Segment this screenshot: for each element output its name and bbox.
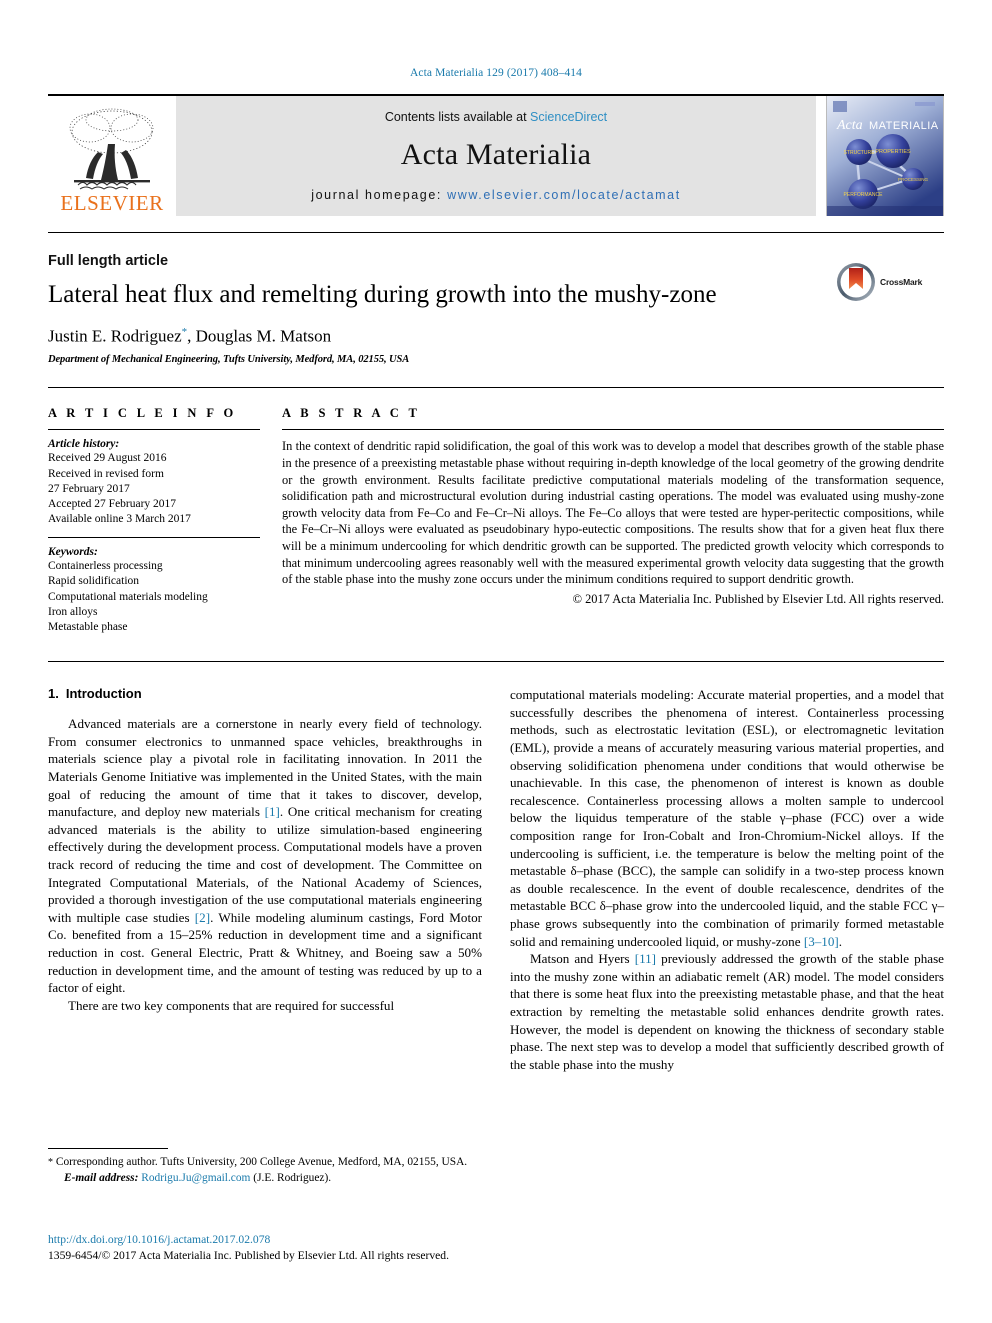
history-line: Available online 3 March 2017 bbox=[48, 513, 191, 526]
intro-p4-part-b: previously addressed the growth of the s… bbox=[510, 951, 944, 1072]
journal-homepage-line: journal homepage: www.elsevier.com/locat… bbox=[311, 188, 681, 202]
crossmark-badge[interactable]: CrossMark bbox=[836, 259, 944, 305]
svg-text:Acta: Acta bbox=[836, 118, 863, 133]
contents-prefix: Contents lists available at bbox=[384, 110, 531, 124]
article-info-heading: A R T I C L E I N F O bbox=[48, 406, 237, 421]
body-column-left: 1. Introduction Advanced materials are a … bbox=[48, 686, 482, 1073]
intro-paragraph-1: Advanced materials are a cornerstone in … bbox=[48, 715, 482, 997]
keyword-item: Iron alloys bbox=[48, 605, 98, 618]
page-title: Lateral heat flux and remelting during g… bbox=[48, 281, 717, 308]
homepage-prefix: journal homepage: bbox=[311, 188, 448, 202]
doi-link[interactable]: http://dx.doi.org/10.1016/j.actamat.2017… bbox=[48, 1232, 488, 1248]
intro-p1-part-b: . One critical mechanism for creating ad… bbox=[48, 804, 482, 925]
body-column-right: computational materials modeling: Accura… bbox=[510, 686, 944, 1073]
elsevier-logo: ELSEVIER bbox=[48, 96, 176, 216]
svg-text:PROCESSING: PROCESSING bbox=[898, 177, 929, 182]
email-note: E-mail address: Rodrigu.Ju@gmail.com (J.… bbox=[48, 1171, 480, 1187]
footnote-block: * Corresponding author. Tufts University… bbox=[48, 1148, 480, 1186]
email-label: E-mail address: bbox=[64, 1171, 139, 1184]
email-link[interactable]: Rodrigu.Ju@gmail.com bbox=[141, 1172, 250, 1184]
article-page: Acta Materialia 129 (2017) 408–414 ELSEV… bbox=[0, 0, 992, 1323]
intro-p3-end: . bbox=[838, 933, 843, 949]
banner-center: Contents lists available at ScienceDirec… bbox=[176, 96, 816, 216]
author-second: , Douglas M. Matson bbox=[187, 326, 332, 346]
svg-text:PERFORMANCE: PERFORMANCE bbox=[844, 192, 884, 198]
intro-paragraph-4: Matson and Hyers [11] previously address… bbox=[510, 950, 944, 1073]
issn-copyright-line: 1359-6454/© 2017 Acta Materialia Inc. Pu… bbox=[48, 1249, 449, 1263]
citation-ref-3-10[interactable]: [3–10] bbox=[804, 934, 839, 949]
running-head: Acta Materialia 129 (2017) 408–414 bbox=[409, 67, 583, 79]
abstract-heading: A B S T R A C T bbox=[282, 406, 421, 421]
article-info-rule bbox=[48, 429, 260, 431]
intro-p3-text: computational materials modeling: Accura… bbox=[510, 687, 944, 949]
journal-title: Acta Materialia bbox=[400, 138, 592, 171]
corresponding-author-note: * Corresponding author. Tufts University… bbox=[48, 1155, 480, 1171]
section-label: Introduction bbox=[65, 686, 142, 702]
journal-cover-thumbnail: Acta MATERIALIA STRUCTURE PROPERTIES PRO… bbox=[826, 96, 944, 216]
journal-cover-image: Acta MATERIALIA STRUCTURE PROPERTIES PRO… bbox=[827, 96, 943, 216]
history-line: Received in revised form bbox=[48, 467, 164, 480]
history-line: 27 February 2017 bbox=[48, 482, 130, 495]
citation-ref-11[interactable]: [11] bbox=[635, 951, 656, 966]
intro-paragraph-2: There are two key components that are re… bbox=[68, 997, 395, 1013]
body-separator bbox=[48, 661, 944, 663]
abstract-rule bbox=[282, 429, 944, 431]
svg-text:STRUCTURE: STRUCTURE bbox=[844, 150, 875, 156]
history-line: Accepted 27 February 2017 bbox=[48, 497, 177, 510]
svg-text:MATERIALIA: MATERIALIA bbox=[869, 120, 939, 132]
intro-paragraph-3: computational materials modeling: Accura… bbox=[510, 686, 944, 950]
section-heading-introduction: 1. Introduction bbox=[48, 686, 482, 701]
section-number: 1. bbox=[48, 686, 59, 702]
citation-ref-1[interactable]: [1] bbox=[265, 804, 280, 819]
sciencedirect-link[interactable]: ScienceDirect bbox=[530, 110, 607, 124]
keyword-item: Computational materials modeling bbox=[48, 590, 208, 603]
abstract-text: In the context of dendritic rapid solidi… bbox=[282, 439, 944, 587]
info-abstract-region: A R T I C L E I N F O Article history: R… bbox=[48, 387, 944, 635]
email-owner: (J.E. Rodriguez). bbox=[253, 1171, 332, 1184]
doi-block: http://dx.doi.org/10.1016/j.actamat.2017… bbox=[48, 1232, 488, 1264]
keywords-label: Keywords: bbox=[48, 546, 98, 559]
abstract-copyright: © 2017 Acta Materialia Inc. Published by… bbox=[572, 591, 944, 606]
article-type-label: Full length article bbox=[48, 253, 169, 269]
title-block: CrossMark Full length article Lateral he… bbox=[48, 233, 944, 365]
keyword-item: Rapid solidification bbox=[48, 575, 140, 588]
svg-text:PROPERTIES: PROPERTIES bbox=[875, 149, 911, 155]
citation-ref-2[interactable]: [2] bbox=[195, 910, 210, 925]
footnote-rule bbox=[48, 1148, 168, 1149]
contents-available-line: Contents lists available at ScienceDirec… bbox=[385, 110, 607, 124]
article-info-column: A R T I C L E I N F O Article history: R… bbox=[48, 406, 260, 635]
keywords-rule bbox=[48, 537, 260, 539]
abstract-column: A B S T R A C T In the context of dendri… bbox=[282, 406, 944, 635]
article-history-label: Article history: bbox=[48, 438, 120, 451]
crossmark-icon bbox=[837, 263, 875, 301]
elsevier-tree-icon bbox=[69, 108, 154, 190]
keyword-item: Metastable phase bbox=[48, 620, 128, 633]
corresponding-author-text: Corresponding author. Tufts University, … bbox=[53, 1156, 468, 1168]
journal-homepage-link[interactable]: www.elsevier.com/locate/actamat bbox=[447, 188, 681, 202]
affiliation: Department of Mechanical Engineering, Tu… bbox=[48, 354, 410, 366]
author-list: Justin E. Rodriguez*, Douglas M. Matson bbox=[48, 326, 944, 347]
intro-p4-part-a: Matson and Hyers bbox=[530, 951, 635, 967]
author-first: Justin E. Rodriguez bbox=[48, 326, 182, 346]
keyword-item: Containerless processing bbox=[48, 560, 163, 573]
journal-banner: ELSEVIER Contents lists available at Sci… bbox=[48, 94, 944, 216]
elsevier-wordmark: ELSEVIER bbox=[60, 191, 164, 215]
crossmark-label: CrossMark bbox=[880, 277, 923, 287]
body-columns: 1. Introduction Advanced materials are a … bbox=[48, 686, 944, 1073]
history-line: Received 29 August 2016 bbox=[48, 452, 167, 465]
